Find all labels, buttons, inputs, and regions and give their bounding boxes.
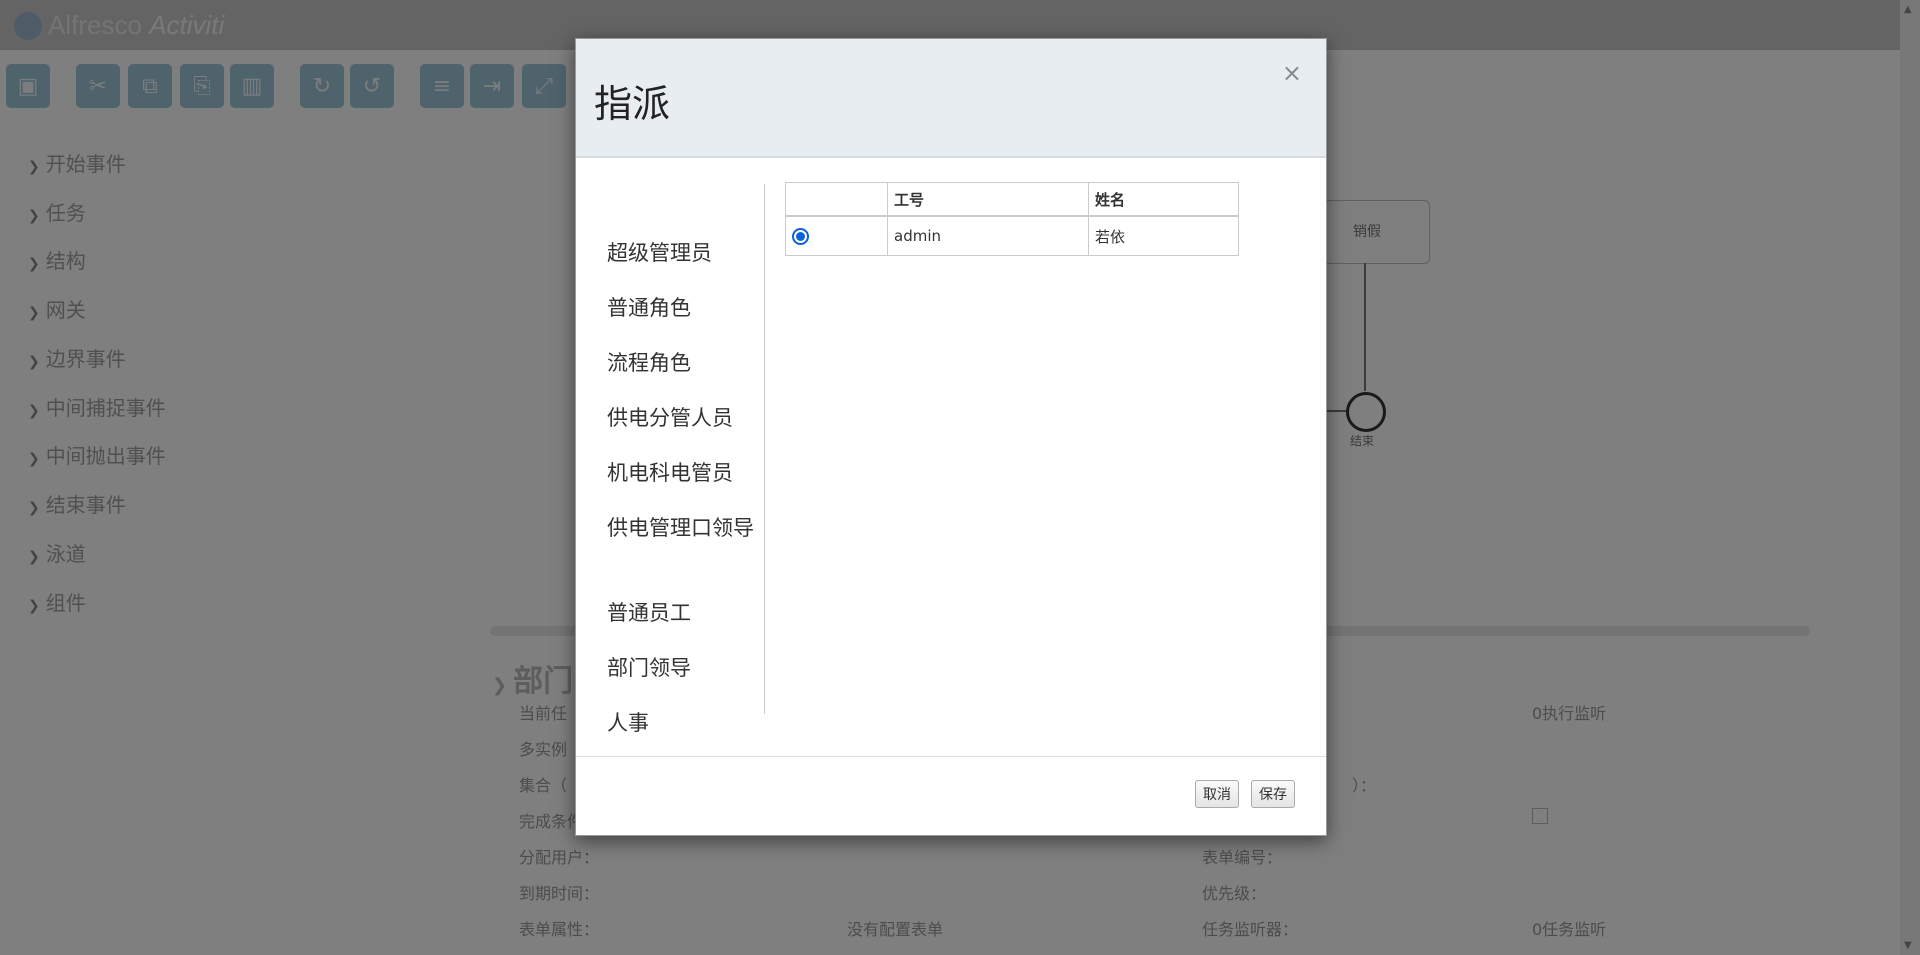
table-header-row: 工号 姓名 <box>785 182 1239 217</box>
user-id-cell: admin <box>887 215 1089 256</box>
role-item-super-admin[interactable]: 超级管理员 <box>607 239 757 268</box>
dialog-title: 指派 <box>594 82 671 126</box>
dialog-footer: 取消 保存 <box>576 756 1326 835</box>
role-item-department-leader[interactable]: 部门领导 <box>607 654 757 683</box>
table-row[interactable]: admin 若依 <box>785 215 1239 256</box>
role-item-hr[interactable]: 人事 <box>607 709 757 738</box>
cancel-button[interactable]: 取消 <box>1195 780 1239 808</box>
assign-dialog: 指派 × 超级管理员 普通角色 流程角色 供电分管人员 机电科电管员 供电管理口… <box>575 38 1327 836</box>
role-item-electrical-manager[interactable]: 机电科电管员 <box>607 459 757 488</box>
close-icon[interactable]: × <box>1282 59 1302 87</box>
column-header-id: 工号 <box>887 182 1089 217</box>
user-name-cell: 若依 <box>1088 215 1239 256</box>
role-item-power-supply-leader[interactable]: 供电管理口领导 <box>607 514 757 543</box>
user-table: 工号 姓名 admin 若依 <box>785 182 1239 256</box>
role-list: 超级管理员 普通角色 流程角色 供电分管人员 机电科电管员 供电管理口领导 普通… <box>576 184 765 735</box>
column-header-select <box>785 182 888 217</box>
role-item-common-role[interactable]: 普通角色 <box>607 294 757 323</box>
role-item-power-supply-staff[interactable]: 供电分管人员 <box>607 404 757 433</box>
role-item-common-employee[interactable]: 普通员工 <box>607 599 757 628</box>
select-cell <box>785 215 888 256</box>
save-button[interactable]: 保存 <box>1251 780 1295 808</box>
role-item-process-role[interactable]: 流程角色 <box>607 349 757 378</box>
user-radio-button[interactable] <box>792 228 809 245</box>
dialog-header: 指派 × <box>576 39 1326 158</box>
column-header-name: 姓名 <box>1088 182 1239 217</box>
